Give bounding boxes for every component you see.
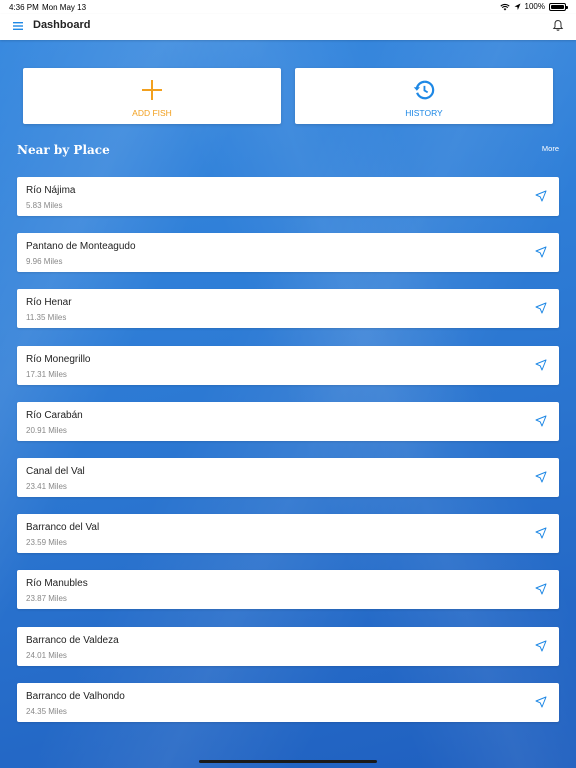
place-distance: 23.59 Miles [26,538,67,548]
place-name: Barranco de Valhondo [26,690,125,702]
battery-icon [549,2,568,11]
location-arrow-icon [514,3,521,10]
place-name: Río Carabán [26,409,83,421]
status-date: Mon May 13 [42,3,87,12]
more-link[interactable]: More [542,144,559,153]
status-bar: 4:36 PM Mon May 13 100% [0,0,576,14]
place-name: Pantano de Monteagudo [26,241,136,253]
battery-percent: 100% [524,2,545,11]
place-distance: 24.01 Miles [26,650,67,660]
place-name: Río Manubles [26,578,88,590]
place-name: Barranco de Valdeza [26,634,119,646]
place-name: Canal del Val [26,465,85,477]
place-name: Río Nájima [26,185,76,196]
navigate-arrow-icon[interactable] [535,527,547,539]
place-item[interactable]: Río Carabán 20.91 Miles [17,401,559,441]
history-button[interactable]: HISTORY [295,68,553,124]
place-distance: 11.35 Miles [26,313,67,323]
wifi-icon [499,3,510,10]
place-name: Río Monegrillo [26,353,91,365]
place-item[interactable]: Barranco del Val 23.59 Miles [17,514,559,554]
navigate-arrow-icon[interactable] [535,471,547,483]
hamburger-menu-icon[interactable] [12,20,24,32]
navigate-arrow-icon[interactable] [535,640,547,652]
navigate-arrow-icon[interactable] [535,415,547,427]
place-distance: 20.91 Miles [26,425,67,435]
place-distance: 23.87 Miles [26,594,67,604]
place-item[interactable]: Río Henar 11.35 Miles [17,289,559,329]
add-fish-button[interactable]: ADD FISH [23,68,281,124]
navigate-arrow-icon[interactable] [535,302,547,314]
place-item[interactable]: Pantano de Monteagudo 9.96 Miles [17,233,559,273]
place-item[interactable]: Río Monegrillo 17.31 Miles [17,345,559,385]
place-distance: 23.41 Miles [26,481,67,491]
place-item[interactable]: Barranco de Valhondo 24.35 Miles [17,682,559,722]
place-distance: 24.35 Miles [26,706,67,716]
place-distance: 9.96 Miles [26,257,63,267]
place-item[interactable]: Río Nájima 5.83 Miles [17,177,559,216]
place-item[interactable]: Canal del Val 23.41 Miles [17,457,559,497]
navigate-arrow-icon[interactable] [535,583,547,595]
place-distance: 5.83 Miles [26,201,63,210]
nearby-place-list: Río Nájima 5.83 Miles Pantano de Monteag… [17,177,559,739]
plus-icon [142,80,162,100]
navigate-arrow-icon[interactable] [535,359,547,371]
status-time: 4:36 PM [9,3,39,12]
place-distance: 17.31 Miles [26,369,67,379]
home-indicator[interactable] [199,760,377,763]
history-label: HISTORY [405,108,443,118]
status-indicators: 100% [499,2,568,11]
navigate-arrow-icon[interactable] [535,696,547,708]
add-fish-label: ADD FISH [132,108,172,118]
navigation-bar: Dashboard [0,14,576,40]
navigate-arrow-icon[interactable] [535,190,547,202]
history-clock-icon [413,80,435,100]
bell-icon[interactable] [552,19,564,32]
place-name: Río Henar [26,297,72,309]
page-title: Dashboard [33,19,91,31]
place-item[interactable]: Barranco de Valdeza 24.01 Miles [17,626,559,666]
nearby-section-title: Near by Place [17,143,110,157]
place-name: Barranco del Val [26,522,100,534]
place-item[interactable]: Río Manubles 23.87 Miles [17,570,559,610]
navigate-arrow-icon[interactable] [535,246,547,258]
